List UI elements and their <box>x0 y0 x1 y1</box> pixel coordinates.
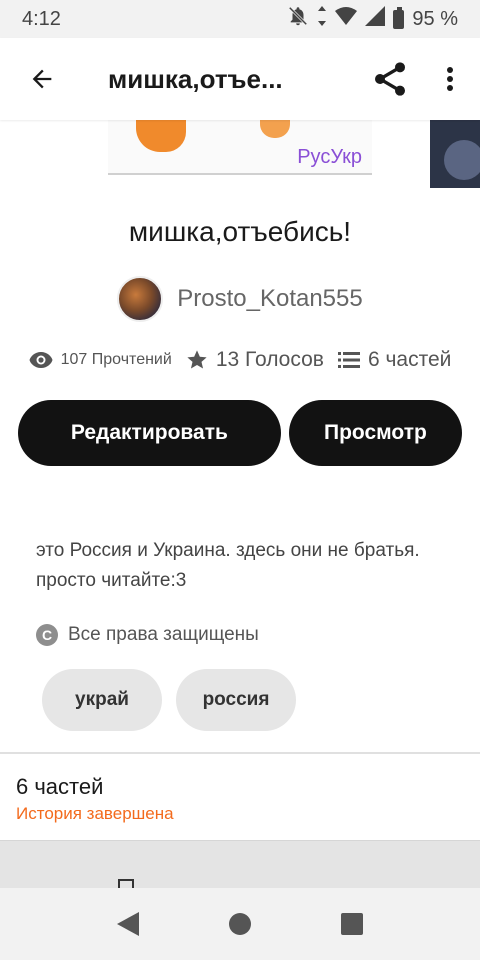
app-bar-title: мишка,отъе... <box>108 63 283 94</box>
votes-count: 13 Голосов <box>215 348 324 371</box>
copyright-notice: C Все права защищены <box>36 624 259 646</box>
nav-recents-button[interactable] <box>296 888 408 960</box>
reads-stat: 107 Прочтений <box>29 351 172 369</box>
story-title: мишка,отъебись! <box>128 216 352 247</box>
status-icons: 95 % <box>287 5 458 33</box>
back-button[interactable] <box>0 38 84 120</box>
battery-icon <box>393 6 405 29</box>
data-arrows-icon <box>317 5 327 33</box>
action-buttons: Редактировать Просмотр <box>18 400 462 466</box>
square-recents-icon <box>341 913 363 935</box>
triangle-back-icon <box>117 912 139 936</box>
view-button[interactable]: Просмотр <box>288 400 462 466</box>
parts-section[interactable]: 6 частей История завершена <box>0 754 480 840</box>
star-icon <box>187 350 207 369</box>
edit-button[interactable]: Редактировать <box>18 400 281 466</box>
status-bar: 4:12 95 % <box>0 0 480 38</box>
chapter-list-item[interactable] <box>0 840 480 889</box>
reads-count: 107 Прочтений <box>60 351 172 368</box>
notifications-off-icon <box>287 5 309 33</box>
next-story-cover[interactable] <box>430 120 480 188</box>
copyright-icon: C <box>36 624 58 646</box>
tags-list: украй россия <box>42 669 296 731</box>
list-icon <box>337 352 360 368</box>
eye-icon <box>29 352 53 368</box>
copyright-label: Все права защищены <box>68 624 259 645</box>
nav-back-button[interactable] <box>72 888 184 960</box>
tag-chip[interactable]: россия <box>176 669 296 731</box>
status-time: 4:12 <box>22 7 61 30</box>
story-status: История завершена <box>16 804 174 823</box>
back-arrow-icon <box>32 69 52 89</box>
author-avatar[interactable] <box>117 276 164 322</box>
cover-art-shape <box>136 120 186 152</box>
cover-art-shape <box>260 120 290 138</box>
more-options-button[interactable] <box>420 38 480 120</box>
tag-chip[interactable]: украй <box>42 669 162 731</box>
author-row[interactable]: Prosto_Kotan555 <box>0 276 480 322</box>
story-stats: 107 Прочтений 13 Голосов 6 частей <box>0 348 480 372</box>
story-description: это Россия и Украина. здесь они не брать… <box>36 540 420 591</box>
battery-percent: 95 % <box>412 7 458 30</box>
more-vertical-icon <box>447 67 453 91</box>
wifi-icon <box>335 7 358 31</box>
signal-icon <box>365 6 386 32</box>
circle-home-icon <box>229 913 251 935</box>
votes-stat: 13 Голосов <box>186 348 324 372</box>
parts-count: 6 частей <box>367 348 452 371</box>
app-bar: мишка,отъе... <box>0 38 480 120</box>
cover-text: РусУкр <box>297 146 362 168</box>
cover-area: РусУкр <box>0 120 480 190</box>
system-nav-bar <box>0 888 480 960</box>
story-cover[interactable]: РусУкр <box>108 120 372 175</box>
parts-stat: 6 частей <box>337 348 452 372</box>
share-button[interactable] <box>360 38 420 120</box>
parts-section-count: 6 частей <box>16 774 104 799</box>
share-icon <box>375 62 405 96</box>
author-name[interactable]: Prosto_Kotan555 <box>177 285 362 313</box>
nav-home-button[interactable] <box>184 888 296 960</box>
